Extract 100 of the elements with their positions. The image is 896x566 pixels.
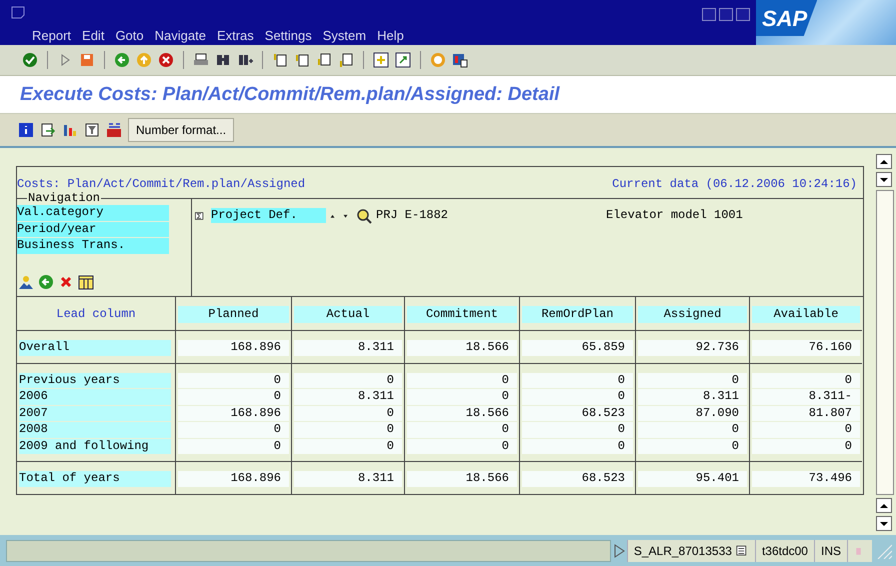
table-cell: 8.311 <box>294 471 402 486</box>
back-icon[interactable] <box>38 274 54 290</box>
scroll-down-button[interactable] <box>876 172 892 187</box>
row-label: 2006 <box>19 389 171 404</box>
list-icon[interactable] <box>736 542 749 558</box>
table-cell: 0 <box>638 438 747 454</box>
navigation-item[interactable]: Val.category <box>17 205 169 220</box>
export-icon[interactable] <box>40 122 56 138</box>
table-cell: 0 <box>638 372 747 388</box>
table-cell: 0 <box>522 389 633 404</box>
table-cell: 95.401 <box>638 471 747 486</box>
table-cell: 87.090 <box>638 406 747 421</box>
delete-icon[interactable] <box>58 274 74 290</box>
menu-item[interactable]: System <box>322 28 366 43</box>
magnifier-icon[interactable] <box>356 208 372 224</box>
menu-item[interactable]: Help <box>377 28 404 43</box>
menu-item[interactable]: Extras <box>216 28 254 43</box>
table-cell: 0 <box>178 438 289 454</box>
table-cell: 0 <box>752 438 860 454</box>
scroll-down-button[interactable] <box>876 516 892 531</box>
menu-item[interactable]: Edit <box>82 28 104 43</box>
info-icon[interactable] <box>18 122 34 138</box>
table-cell: 0 <box>294 438 402 454</box>
row-label: 2008 <box>19 422 171 438</box>
screen-title: Execute Costs: Plan/Act/Commit/Rem.plan/Assigned: Detail <box>20 84 560 106</box>
row-label: Previous years <box>19 372 171 388</box>
row-label: 2009 and following <box>19 438 171 454</box>
row-label: Overall <box>19 340 171 356</box>
table-cell: 168.896 <box>178 406 289 421</box>
bar-chart-icon[interactable] <box>62 122 78 138</box>
menu-item[interactable]: Goto <box>115 28 144 43</box>
characteristic-label[interactable]: Project Def. <box>211 208 326 223</box>
down-triangle-icon <box>880 176 888 182</box>
scroll-up-button[interactable] <box>876 154 892 169</box>
navigation-item[interactable]: Period/year <box>17 222 169 237</box>
table-cell: 0 <box>294 406 402 421</box>
transaction-code: S_ALR_87013533 <box>634 544 732 558</box>
table-cell: 0 <box>522 422 633 438</box>
logo: SAP <box>756 0 818 36</box>
printer-icon[interactable] <box>193 52 209 68</box>
column-header[interactable]: Actual <box>294 306 402 323</box>
characteristic-description: Elevator model 1001 <box>606 208 743 223</box>
previous-page-icon[interactable] <box>294 52 310 68</box>
column-header[interactable]: Assigned <box>638 306 747 323</box>
filter-icon[interactable] <box>84 122 100 138</box>
table-cell: 8.311- <box>752 389 860 404</box>
shortcut-icon[interactable] <box>395 52 411 68</box>
table-cell: 0 <box>407 389 517 404</box>
person-icon[interactable] <box>18 274 34 290</box>
maximize-button[interactable] <box>719 8 733 21</box>
new-window-icon[interactable] <box>373 52 389 68</box>
window-menu-icon[interactable] <box>10 4 26 20</box>
menu-item[interactable]: Navigate <box>154 28 206 43</box>
scroll-up-button[interactable] <box>876 498 892 513</box>
number-format-button[interactable]: Number format... <box>128 118 234 142</box>
next-page-icon[interactable] <box>316 52 332 68</box>
table-cell: 0 <box>522 438 633 454</box>
table-cell: 65.859 <box>522 340 633 356</box>
table-cell: 168.896 <box>178 340 289 356</box>
table-cell: 18.566 <box>407 340 517 356</box>
table-cell: 0 <box>522 372 633 388</box>
menu-item[interactable]: Report <box>32 28 72 43</box>
currency-icon[interactable] <box>106 122 122 138</box>
check-icon[interactable] <box>22 52 38 68</box>
column-header[interactable]: Commitment <box>407 306 517 323</box>
columns-icon[interactable] <box>78 274 94 290</box>
last-page-icon[interactable] <box>338 52 354 68</box>
report-heading: Costs: Plan/Act/Commit/Rem.plan/Assigned <box>17 177 306 191</box>
row-label: Total of years <box>19 471 171 486</box>
table-cell: 168.896 <box>178 471 289 486</box>
column-header[interactable]: RemOrdPlan <box>522 306 633 323</box>
binoculars-icon[interactable] <box>215 52 231 68</box>
scrollbar-track[interactable] <box>876 190 894 495</box>
up-triangle-icon <box>880 502 888 508</box>
table-cell: 8.311 <box>638 389 747 404</box>
back-icon[interactable] <box>114 52 130 68</box>
column-header[interactable]: Available <box>752 306 860 323</box>
table-cell: 0 <box>294 372 402 388</box>
table-cell: 0 <box>178 372 289 388</box>
first-page-icon[interactable] <box>272 52 288 68</box>
floppy-icon[interactable] <box>79 52 95 68</box>
close-button[interactable] <box>736 8 750 21</box>
characteristic-value: PRJ E-1882 <box>376 208 448 223</box>
table-cell: 18.566 <box>407 406 517 421</box>
table-cell: 0 <box>407 422 517 438</box>
column-header[interactable]: Planned <box>178 306 289 323</box>
table-cell: 0 <box>407 372 517 388</box>
table-cell: 92.736 <box>638 340 747 356</box>
table-cell: 76.160 <box>752 340 860 356</box>
table-cell: 8.311 <box>294 389 402 404</box>
table-cell: 68.523 <box>522 406 633 421</box>
binoculars-plus-icon[interactable] <box>237 52 253 68</box>
menu-item[interactable]: Settings <box>264 28 312 43</box>
navigation-legend: Navigation <box>27 191 102 205</box>
minimize-button[interactable] <box>702 8 716 21</box>
cancel-icon[interactable] <box>158 52 174 68</box>
table-cell: 81.807 <box>752 406 860 421</box>
navigation-item[interactable]: Business Trans. <box>17 238 169 254</box>
layout-icon[interactable] <box>452 52 468 68</box>
down-triangle-icon <box>880 520 888 526</box>
